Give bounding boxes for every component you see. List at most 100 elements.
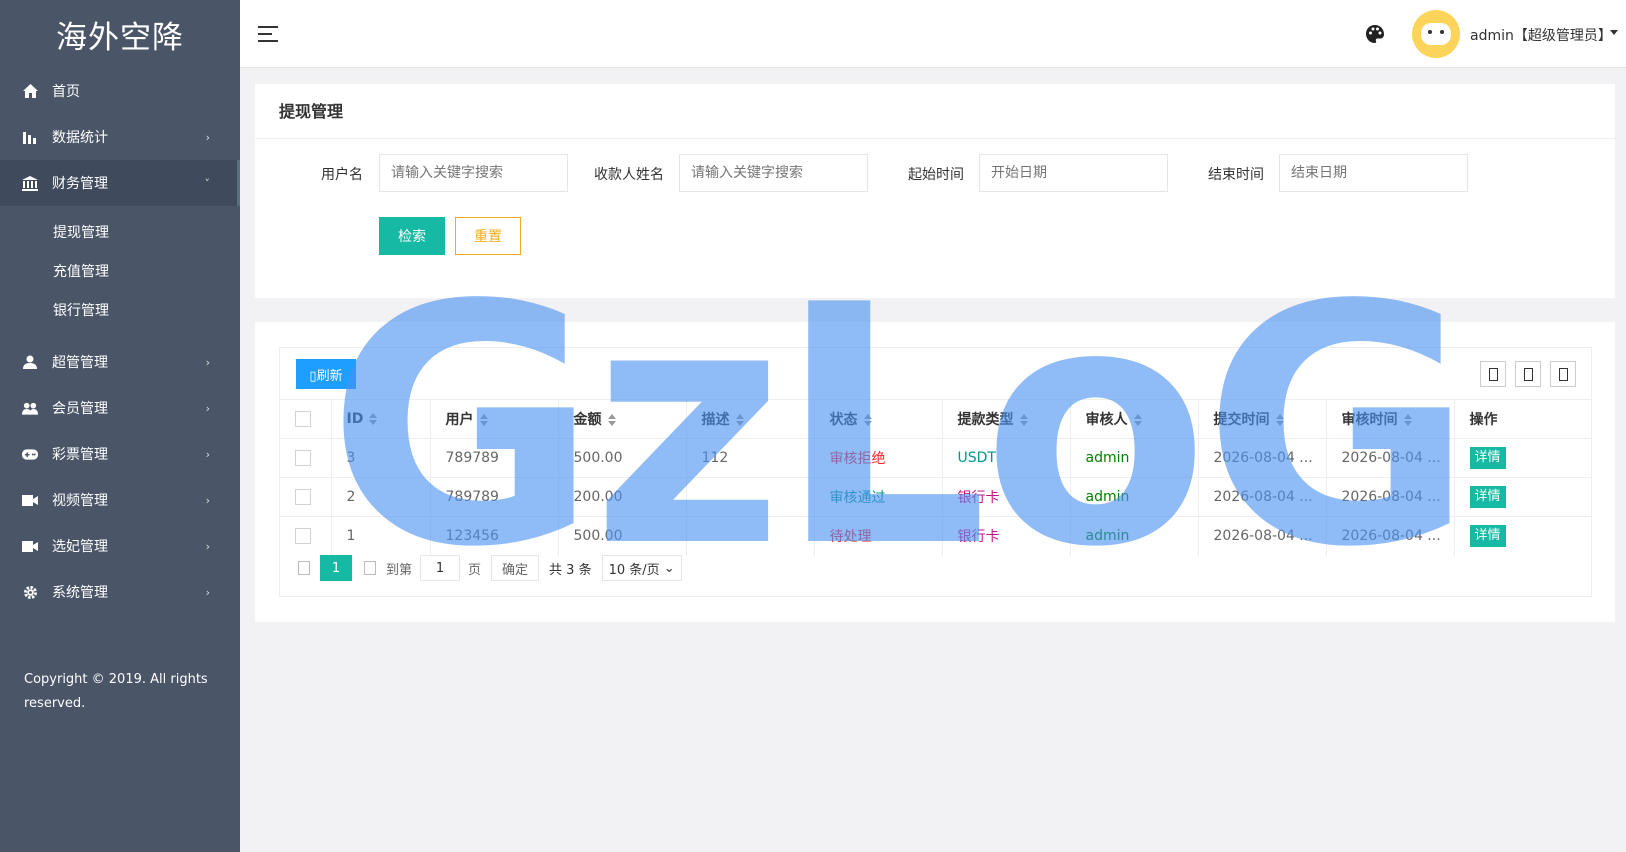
cell-action: 详情 (1454, 516, 1591, 556)
end-date-label: 结束时间 (1208, 167, 1264, 183)
col-review-time[interactable]: 审核时间 (1326, 399, 1455, 439)
avatar[interactable] (1412, 10, 1460, 58)
end-date-input[interactable] (1279, 154, 1468, 192)
submenu-item-recharge[interactable]: 充值管理 (0, 251, 240, 290)
start-date-input[interactable] (979, 154, 1168, 192)
page-current[interactable]: 1 (320, 555, 352, 581)
page-size-select[interactable]: 10 条/页 ⌄ (601, 555, 682, 581)
chevron-right-icon: › (205, 355, 210, 369)
sidebar-item-admin[interactable]: 超管管理 › (0, 339, 240, 385)
col-desc[interactable]: 描述 (686, 399, 815, 439)
chevron-right-icon: › (205, 539, 210, 553)
sort-icon[interactable] (863, 414, 872, 426)
video-icon (22, 538, 38, 554)
col-id[interactable]: ID (331, 399, 431, 439)
export-icon[interactable] (1515, 361, 1541, 387)
top-header: admin【超级管理员】 (240, 0, 1626, 68)
detail-button[interactable]: 详情 (1469, 447, 1506, 469)
sidebar-item-stats[interactable]: 数据统计 › (0, 114, 240, 160)
menu-toggle-icon[interactable] (258, 26, 278, 42)
refresh-button[interactable]: ▯刷新 (296, 359, 356, 389)
sort-icon[interactable] (479, 414, 488, 426)
chevron-down-icon: ⌄ (659, 560, 675, 576)
detail-button[interactable]: 详情 (1469, 486, 1506, 508)
pagination: 1 到第 1 页 确定 共 3 条 10 条/页 ⌄ (296, 555, 682, 581)
caret-down-icon[interactable] (1610, 30, 1618, 35)
sort-icon[interactable] (1275, 414, 1284, 426)
sidebar-item-label: 选妃管理 (52, 539, 108, 555)
table-row: 3 789789 500.00 112 审核拒绝 USDT admin 2026-08-04 … (280, 438, 1591, 478)
brand-logo: 海外空降 (56, 19, 184, 56)
cell-user: 789789 (430, 438, 559, 478)
prev-page-icon[interactable] (298, 561, 310, 575)
username-label: 用户名 (321, 167, 363, 183)
cell-id: 2 (331, 477, 431, 517)
col-user[interactable]: 用户 (430, 399, 559, 439)
select-all-cell (280, 399, 332, 439)
cell-status: 待处理 (814, 516, 943, 556)
users-icon (22, 400, 38, 416)
sidebar-item-home[interactable]: 首页 (0, 68, 240, 114)
sidebar-item-members[interactable]: 会员管理 › (0, 385, 240, 431)
next-page-icon[interactable] (364, 561, 376, 575)
palette-icon[interactable] (1365, 24, 1385, 44)
sidebar-item-finance[interactable]: 财务管理 ˅ (0, 160, 240, 206)
cell-review: 2026-08-04 ... (1326, 477, 1455, 517)
goto-label: 到第 (386, 562, 413, 578)
page-number-input[interactable]: 1 (420, 555, 461, 581)
refresh-label: 刷新 (316, 368, 343, 384)
sort-icon[interactable] (607, 414, 616, 426)
sidebar-menu: 首页 数据统计 › 财务管理 ˅ (0, 68, 240, 206)
row-checkbox[interactable] (295, 528, 311, 545)
sort-icon[interactable] (1133, 414, 1142, 426)
reset-button[interactable]: 重置 (455, 217, 521, 255)
sort-icon[interactable] (735, 414, 744, 426)
username-input[interactable] (379, 154, 568, 192)
col-amount[interactable]: 金额 (558, 399, 687, 439)
sidebar: 海外空降 首页 数据统计 › 财务管理 ˅ 提现管理 充值管理 银行管理 超管管… (0, 0, 240, 852)
cell-id: 3 (331, 438, 431, 478)
chevron-right-icon: › (205, 447, 210, 461)
sidebar-item-system[interactable]: 系统管理 › (0, 569, 240, 615)
columns-filter-icon[interactable] (1480, 361, 1506, 387)
cell-id: 1 (331, 516, 431, 556)
col-action: 操作 (1454, 399, 1591, 439)
col-reviewer[interactable]: 审核人 (1070, 399, 1199, 439)
table-row: 1 123456 500.00 待处理 银行卡 admin 2026-08-04 ... 20… (280, 516, 1591, 556)
page-label: 页 (468, 562, 482, 578)
sidebar-item-lottery[interactable]: 彩票管理 › (0, 431, 240, 477)
payee-name-input[interactable] (679, 154, 868, 192)
cell-desc (686, 516, 815, 556)
cell-action: 详情 (1454, 438, 1591, 478)
row-select-cell (280, 438, 332, 478)
confirm-page-button[interactable]: 确定 (491, 555, 540, 581)
sidebar-item-label: 视频管理 (52, 493, 108, 509)
row-checkbox[interactable] (295, 450, 311, 466)
cell-reviewer: admin (1070, 516, 1199, 556)
detail-button[interactable]: 详情 (1469, 525, 1506, 548)
cell-user: 123456 (430, 516, 559, 556)
cell-reviewer: admin (1070, 438, 1199, 478)
table-panel: ▯刷新 ID 用户 金额 描述 状态 提款类型 审核人 提交时间 审核时间 操作… (255, 322, 1615, 622)
col-type[interactable]: 提款类型 (942, 399, 1071, 439)
col-submit-time[interactable]: 提交时间 (1198, 399, 1327, 439)
sort-icon[interactable] (1403, 414, 1412, 426)
sort-icon[interactable] (1019, 414, 1028, 426)
sidebar-item-video[interactable]: 视频管理 › (0, 477, 240, 523)
row-select-cell (280, 516, 332, 556)
cell-amount: 500.00 (558, 438, 687, 478)
sidebar-item-select[interactable]: 选妃管理 › (0, 523, 240, 569)
submenu-item-bank[interactable]: 银行管理 (0, 290, 240, 329)
select-all-checkbox[interactable] (295, 411, 311, 427)
col-status[interactable]: 状态 (814, 399, 943, 439)
row-checkbox[interactable] (295, 489, 311, 505)
cell-desc: 112 (686, 438, 815, 478)
cell-action: 详情 (1454, 477, 1591, 517)
search-panel: 提现管理 用户名 收款人姓名 起始时间 结束时间 检索 重置 (255, 84, 1615, 298)
search-button[interactable]: 检索 (379, 217, 445, 255)
sort-icon[interactable] (369, 413, 378, 425)
print-icon[interactable] (1550, 361, 1576, 387)
table-row: 2 789789 200.00 审核通过 银行卡 admin 2026-08-04 ... 2… (280, 477, 1591, 517)
user-menu[interactable]: admin【超级管理员】 (1470, 25, 1612, 45)
submenu-item-withdraw[interactable]: 提现管理 (0, 212, 240, 251)
